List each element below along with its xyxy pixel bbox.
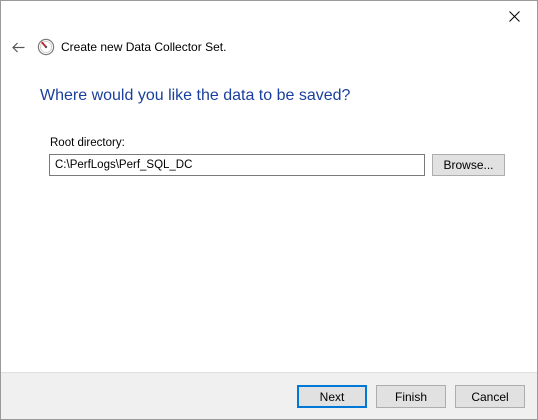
back-button[interactable]	[5, 34, 31, 60]
browse-button[interactable]: Browse...	[432, 154, 505, 176]
close-button[interactable]	[491, 1, 537, 31]
wizard-title: Create new Data Collector Set.	[61, 40, 227, 54]
close-icon	[508, 10, 520, 22]
wizard-window: Create new Data Collector Set. Where wou…	[0, 0, 538, 420]
finish-button[interactable]: Finish	[376, 385, 446, 408]
cancel-button[interactable]: Cancel	[455, 385, 525, 408]
performance-monitor-icon	[37, 38, 55, 56]
wizard-header: Create new Data Collector Set.	[1, 34, 537, 60]
root-directory-input[interactable]	[49, 154, 425, 176]
back-arrow-icon	[11, 42, 24, 52]
page-heading: Where would you like the data to be save…	[40, 87, 351, 104]
root-directory-label: Root directory:	[50, 137, 125, 149]
next-button[interactable]: Next	[297, 385, 367, 408]
